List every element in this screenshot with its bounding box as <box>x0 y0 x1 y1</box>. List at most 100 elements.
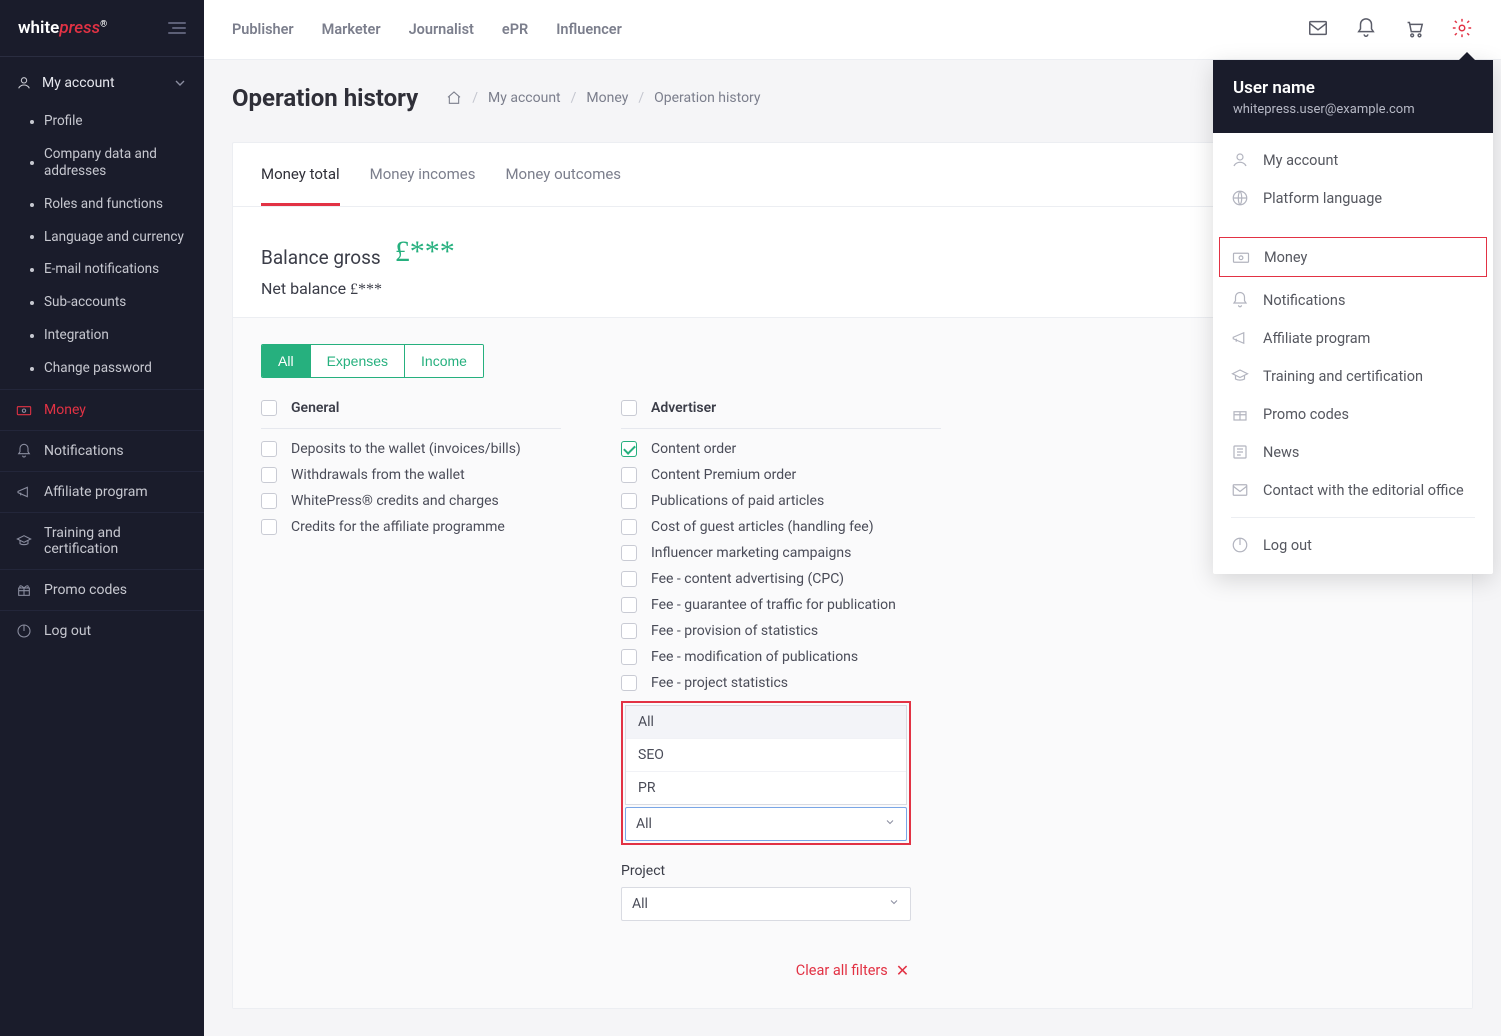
project-select[interactable]: All <box>621 887 911 921</box>
chk-label: Cost of guest articles (handling fee) <box>651 519 874 535</box>
smenu-contact[interactable]: Contact with the editorial office <box>1213 471 1493 509</box>
checkbox[interactable] <box>261 493 277 509</box>
checkbox[interactable] <box>621 623 637 639</box>
subnav-integration[interactable]: Integration <box>0 319 204 352</box>
chk-fee-cpc[interactable]: Fee - content advertising (CPC) <box>621 571 941 587</box>
role-publisher[interactable]: Publisher <box>232 21 294 38</box>
chevron-down-icon <box>884 816 896 832</box>
subnav-lang[interactable]: Language and currency <box>0 221 204 254</box>
checkbox[interactable] <box>261 441 277 457</box>
subnav-roles[interactable]: Roles and functions <box>0 188 204 221</box>
nav-my-account-label: My account <box>42 75 115 91</box>
breadcrumb-myaccount[interactable]: My account <box>488 90 561 106</box>
subnav-email[interactable]: E-mail notifications <box>0 253 204 286</box>
subnav-company[interactable]: Company data and addresses <box>0 138 204 188</box>
smenu-platform-lang[interactable]: Platform language <box>1213 179 1493 217</box>
col-advertiser-header[interactable]: Advertiser <box>621 400 941 429</box>
gear-icon[interactable] <box>1451 17 1473 43</box>
tab-money-total[interactable]: Money total <box>261 143 340 206</box>
smenu-news[interactable]: News <box>1213 433 1493 471</box>
nav-promo-label: Promo codes <box>44 582 127 598</box>
checkbox[interactable] <box>621 649 637 665</box>
seg-expenses[interactable]: Expenses <box>310 345 404 377</box>
bell-icon[interactable] <box>1355 17 1377 43</box>
nav-promo[interactable]: Promo codes <box>0 569 204 610</box>
chk-deposits[interactable]: Deposits to the wallet (invoices/bills) <box>261 441 561 457</box>
chk-guest-cost[interactable]: Cost of guest articles (handling fee) <box>621 519 941 535</box>
nav-logout[interactable]: Log out <box>0 610 204 651</box>
chk-withdrawals[interactable]: Withdrawals from the wallet <box>261 467 561 483</box>
smenu-training[interactable]: Training and certification <box>1213 357 1493 395</box>
smenu-money[interactable]: Money <box>1219 237 1487 277</box>
subnav-subaccounts[interactable]: Sub-accounts <box>0 286 204 319</box>
role-marketer[interactable]: Marketer <box>322 21 381 38</box>
checkbox-advertiser-all[interactable] <box>621 400 637 416</box>
checkbox[interactable] <box>621 571 637 587</box>
role-epr[interactable]: ePR <box>502 21 528 38</box>
nav-training[interactable]: Training and certification <box>0 512 204 569</box>
checkbox[interactable] <box>621 493 637 509</box>
seg-all[interactable]: All <box>262 345 310 377</box>
subnav-email-label: E-mail notifications <box>44 261 159 278</box>
nav-my-account[interactable]: My account <box>0 63 204 103</box>
balance-gross-label: Balance gross <box>261 246 381 269</box>
mail-icon[interactable] <box>1307 17 1329 43</box>
logo[interactable]: whitepress® <box>18 18 107 38</box>
role-influencer[interactable]: Influencer <box>556 21 622 38</box>
checkbox[interactable] <box>621 519 637 535</box>
smenu-affiliate[interactable]: Affiliate program <box>1213 319 1493 357</box>
chk-label: Fee - guarantee of traffic for publicati… <box>651 597 896 613</box>
subnav-profile[interactable]: Profile <box>0 105 204 138</box>
type-option-all[interactable]: All <box>626 706 906 739</box>
type-option-pr[interactable]: PR <box>626 772 906 804</box>
tab-money-incomes[interactable]: Money incomes <box>370 143 476 206</box>
chk-publications[interactable]: Publications of paid articles <box>621 493 941 509</box>
settings-header: User name whitepress.user@example.com <box>1213 60 1493 133</box>
chk-content-premium[interactable]: Content Premium order <box>621 467 941 483</box>
breadcrumb-money[interactable]: Money <box>586 90 628 106</box>
logo-reg: ® <box>100 19 107 29</box>
checkbox[interactable] <box>621 467 637 483</box>
smenu-notifications[interactable]: Notifications <box>1213 281 1493 319</box>
type-select[interactable]: All <box>625 807 907 841</box>
nav-money[interactable]: Money <box>0 389 204 430</box>
smenu-my-account[interactable]: My account <box>1213 141 1493 179</box>
general-list: Deposits to the wallet (invoices/bills) … <box>261 441 561 535</box>
chk-influencer[interactable]: Influencer marketing campaigns <box>621 545 941 561</box>
checkbox[interactable] <box>621 597 637 613</box>
logo-press: press <box>59 18 100 38</box>
subnav-changepw[interactable]: Change password <box>0 352 204 385</box>
chk-fee-stats[interactable]: Fee - provision of statistics <box>621 623 941 639</box>
chk-credits-charges[interactable]: WhitePress® credits and charges <box>261 493 561 509</box>
chk-fee-traffic[interactable]: Fee - guarantee of traffic for publicati… <box>621 597 941 613</box>
home-icon[interactable] <box>446 90 462 106</box>
user-icon <box>16 75 32 91</box>
nav-notifications[interactable]: Notifications <box>0 430 204 471</box>
chk-fee-project-stats[interactable]: Fee - project statistics <box>621 675 941 691</box>
cart-icon[interactable] <box>1403 17 1425 43</box>
chk-label: Content order <box>651 441 736 457</box>
tab-money-outcomes[interactable]: Money outcomes <box>505 143 621 206</box>
nav-affiliate[interactable]: Affiliate program <box>0 471 204 512</box>
breadcrumb-sep: / <box>472 90 478 106</box>
chk-content-order[interactable]: Content order <box>621 441 941 457</box>
smenu-logout[interactable]: Log out <box>1213 526 1493 564</box>
smenu-promo[interactable]: Promo codes <box>1213 395 1493 433</box>
checkbox[interactable] <box>261 467 277 483</box>
checkbox-general-all[interactable] <box>261 400 277 416</box>
type-option-seo[interactable]: SEO <box>626 739 906 772</box>
menu-toggle-icon[interactable] <box>168 22 186 34</box>
col-general-header[interactable]: General <box>261 400 561 429</box>
chk-fee-mod[interactable]: Fee - modification of publications <box>621 649 941 665</box>
clear-filters[interactable]: Clear all filters ✕ <box>261 961 1444 980</box>
checkbox[interactable] <box>621 675 637 691</box>
checkbox[interactable] <box>621 545 637 561</box>
subnav-subacc-label: Sub-accounts <box>44 294 126 311</box>
chk-affiliate-credits[interactable]: Credits for the affiliate programme <box>261 519 561 535</box>
checkbox[interactable] <box>261 519 277 535</box>
role-journalist[interactable]: Journalist <box>409 21 474 38</box>
smenu-label: Notifications <box>1263 292 1345 309</box>
seg-income[interactable]: Income <box>404 345 483 377</box>
checkbox[interactable] <box>621 441 637 457</box>
smenu-label: Platform language <box>1263 190 1382 207</box>
